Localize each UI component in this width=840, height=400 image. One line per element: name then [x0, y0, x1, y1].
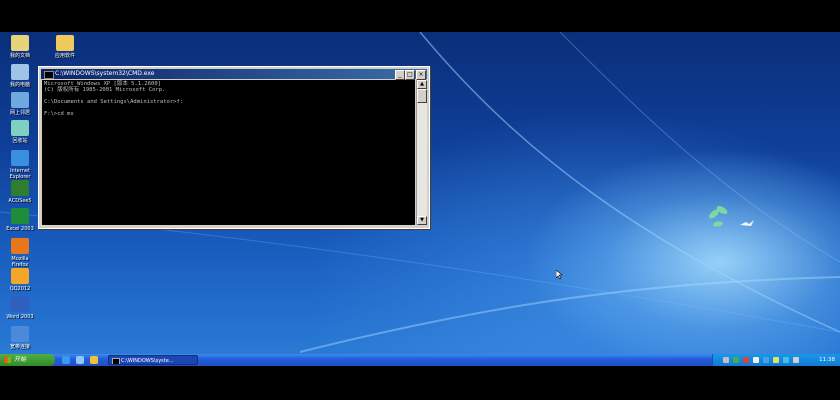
desktop-icon-broadband[interactable]: 宽带连接: [3, 326, 37, 350]
letterbox-bottom: [0, 366, 840, 400]
qq-icon: [11, 268, 29, 284]
console-output[interactable]: Microsoft Windows XP [版本 5.1.2600] (C) 版权…: [42, 80, 415, 225]
desktop-icon-label: 宽带连接: [9, 344, 30, 350]
ie-icon: [11, 150, 29, 166]
scroll-up-arrow-icon[interactable]: ▲: [417, 80, 427, 89]
desktop-icon-label: Word 2003: [6, 314, 34, 320]
tray-icon[interactable]: [753, 357, 759, 363]
maximize-button[interactable]: □: [405, 70, 415, 80]
tray-icon[interactable]: [763, 357, 769, 363]
desktop-icon-label: ACDSee5: [8, 198, 32, 204]
tray-icon[interactable]: [793, 357, 799, 363]
desktop-icon-label: 回收站: [12, 138, 28, 144]
quicklaunch-desktop-icon[interactable]: [76, 356, 84, 364]
computer-icon: [11, 64, 29, 80]
cmd-window[interactable]: C:\WINDOWS\system32\CMD.exe _ □ × Micros…: [38, 66, 430, 229]
broadband-icon: [11, 326, 29, 342]
desktop-icon-qq[interactable]: QQ2012: [3, 268, 37, 292]
quicklaunch-ie-icon[interactable]: [62, 356, 70, 364]
clock[interactable]: 11:38: [819, 354, 835, 366]
desktop-icon-label: Internet Explorer: [9, 168, 31, 180]
taskbar-item-label: C:\WINDOWS\syste...: [121, 358, 174, 364]
excel-icon: [11, 208, 29, 224]
start-label: 开始: [14, 356, 27, 363]
desktop-icon-recycle-bin[interactable]: 回收站: [3, 120, 37, 144]
cmd-title-text: C:\WINDOWS\system32\CMD.exe: [55, 70, 155, 77]
recycle-bin-icon: [11, 120, 29, 136]
desktop-icon-acdsee[interactable]: ACDSee5: [3, 180, 37, 204]
tray-icon[interactable]: [733, 357, 739, 363]
desktop-icon-firefox[interactable]: Mozilla Firefox: [3, 238, 37, 268]
desktop-icon-excel[interactable]: Excel 2003: [3, 208, 37, 232]
tray-icon[interactable]: [783, 357, 789, 363]
desktop-icon-label: 网上邻居: [9, 110, 30, 116]
tray-icon[interactable]: [743, 357, 749, 363]
folder-doc-icon: [11, 35, 29, 51]
desktop-icon-my-documents[interactable]: 我的文档: [3, 35, 37, 59]
bird-icon: [740, 220, 754, 226]
close-button[interactable]: ×: [416, 70, 426, 80]
scroll-down-arrow-icon[interactable]: ▼: [417, 216, 427, 225]
tray-icon[interactable]: [773, 357, 779, 363]
folder-icon: [56, 35, 74, 51]
start-button[interactable]: 开始: [0, 354, 55, 366]
desktop-icon-internet-explorer[interactable]: Internet Explorer: [3, 150, 37, 180]
desktop-icon-label: 我的电脑: [9, 82, 30, 88]
desktop-icon-word[interactable]: Word 2003: [3, 296, 37, 320]
mouse-cursor-icon: [556, 270, 563, 280]
desktop-icon-label: Mozilla Firefox: [11, 256, 29, 268]
acdsee-icon: [11, 180, 29, 196]
windows-flag-icon: [4, 357, 11, 363]
tray-icon[interactable]: [723, 357, 729, 363]
system-tray: 11:38: [712, 354, 840, 366]
desktop-icon-network[interactable]: 网上邻居: [3, 92, 37, 116]
cmd-title-bar[interactable]: C:\WINDOWS\system32\CMD.exe _ □ ×: [41, 69, 427, 80]
scroll-thumb[interactable]: [417, 89, 427, 103]
vertical-scrollbar[interactable]: ▲ ▼: [416, 80, 427, 225]
desktop-icon-apps[interactable]: 应用软件: [48, 35, 82, 59]
desktop-icon-label: QQ2012: [9, 286, 31, 292]
word-icon: [11, 296, 29, 312]
console-line: F:\>cd ms: [44, 111, 74, 117]
desktop-icon-my-computer[interactable]: 我的电脑: [3, 64, 37, 88]
quicklaunch-media-icon[interactable]: [90, 356, 98, 364]
minimize-button[interactable]: _: [395, 70, 405, 80]
network-icon: [11, 92, 29, 108]
desktop-icon-label: 我的文档: [9, 53, 30, 59]
leaf-logo-icon: [709, 206, 728, 227]
taskbar-item-cmd[interactable]: C:\WINDOWS\syste...: [108, 355, 198, 365]
cmd-task-icon: [112, 358, 120, 364]
desktop-icon-label: Excel 2003: [6, 226, 34, 232]
taskbar: 开始 C:\WINDOWS\syste... 11:38: [0, 354, 840, 366]
cmd-app-icon: [44, 71, 54, 79]
desktop-icon-label: 应用软件: [54, 53, 75, 59]
firefox-icon: [11, 238, 29, 254]
letterbox-top: [0, 0, 840, 32]
